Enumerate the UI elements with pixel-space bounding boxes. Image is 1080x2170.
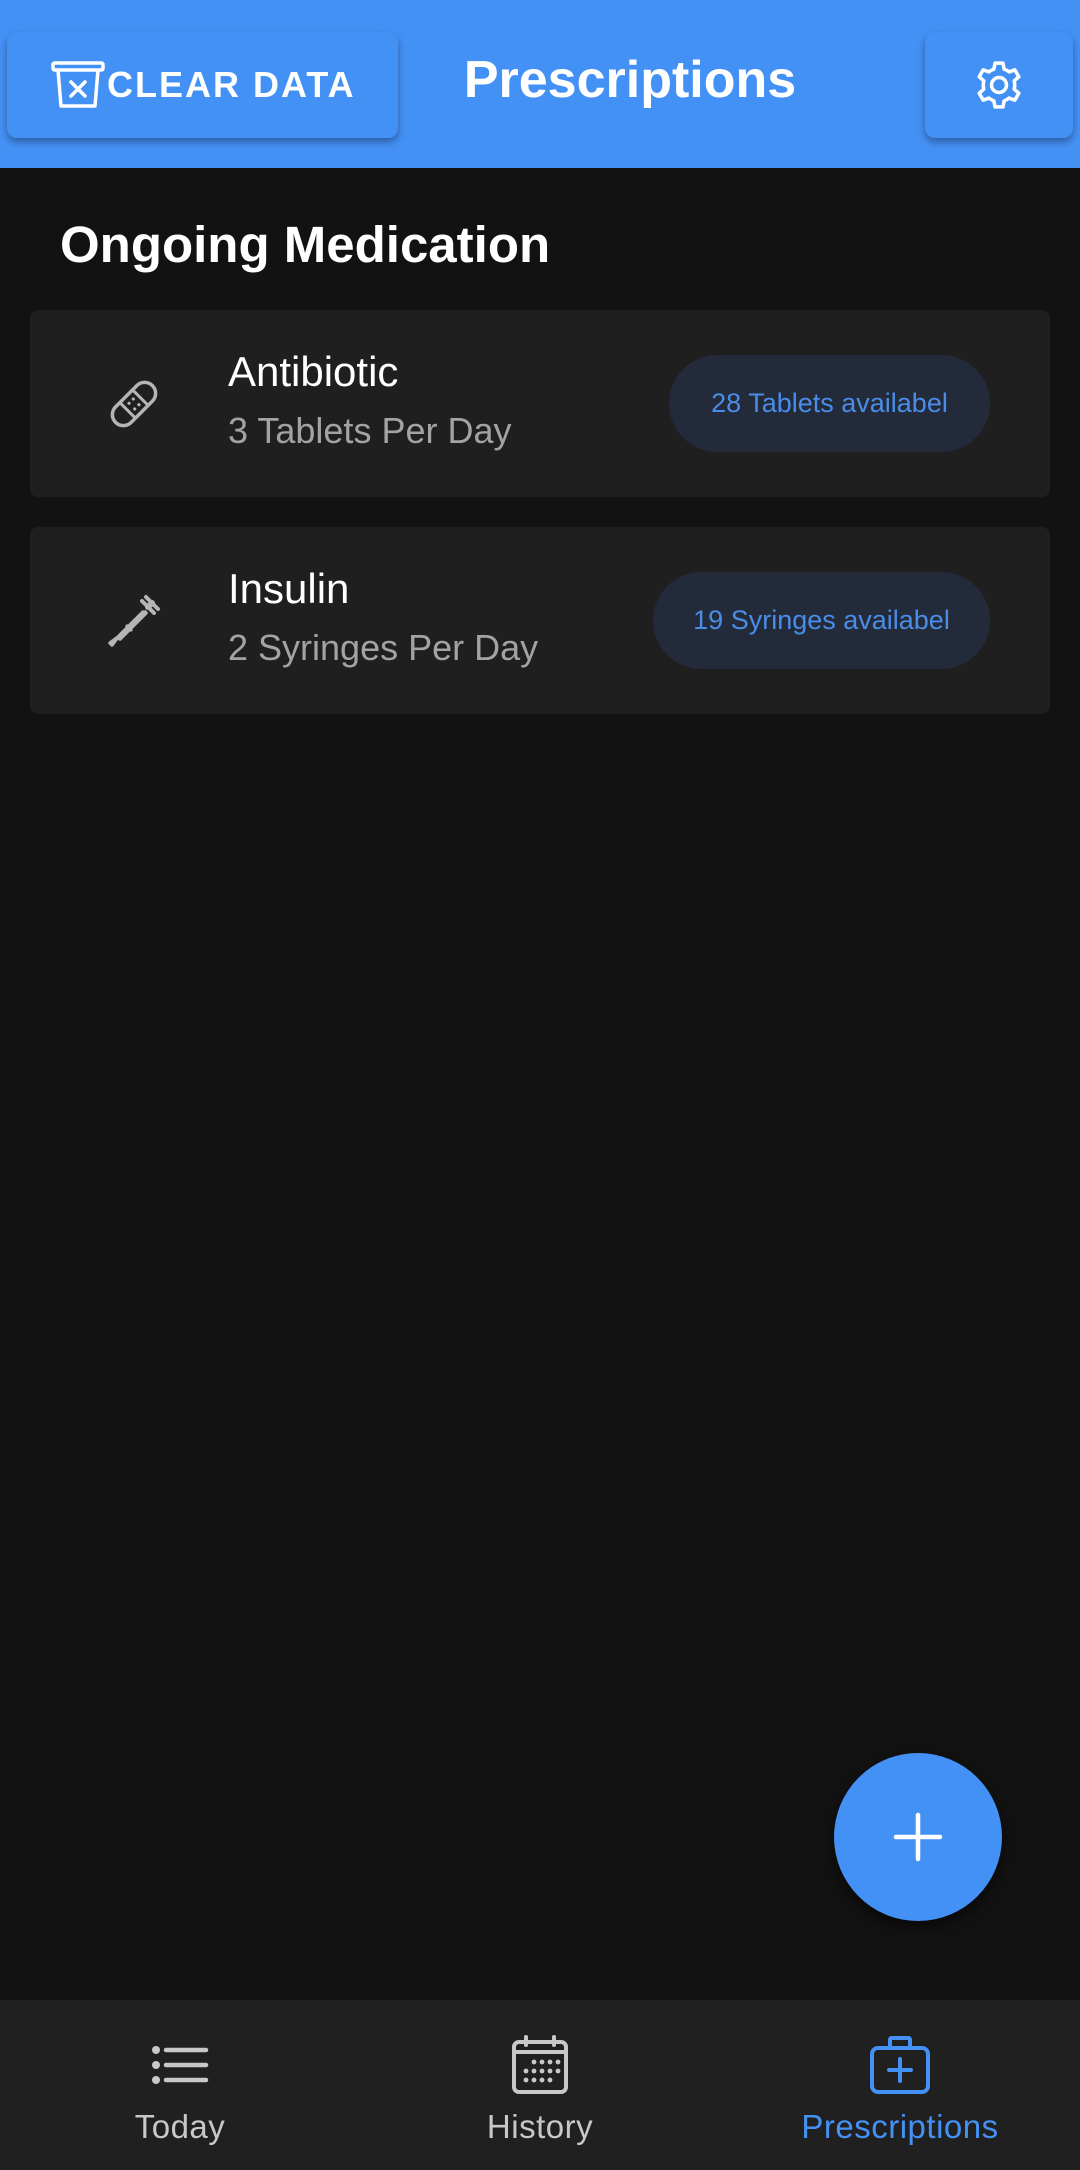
settings-button[interactable] <box>925 32 1073 138</box>
medication-card-antibiotic[interactable]: Antibiotic 3 Tablets Per Day 28 Tablets … <box>30 310 1050 497</box>
clear-data-label: CLEAR DATA <box>107 64 356 105</box>
plus-icon <box>893 1812 943 1862</box>
nav-today-label: Today <box>134 2108 226 2145</box>
nav-history-label: History <box>486 2108 594 2145</box>
app-header: CLEAR DATA Prescriptions <box>0 0 1080 168</box>
gear-icon <box>977 61 1021 109</box>
clear-data-button[interactable]: CLEAR DATA <box>7 32 398 138</box>
medication-dose: 3 Tablets Per Day <box>228 410 512 451</box>
bottom-navigation: Today History Prescriptions <box>0 2000 1080 2170</box>
medication-dose: 2 Syringes Per Day <box>228 627 539 668</box>
nav-prescriptions[interactable]: Prescriptions <box>720 2000 1080 2170</box>
medication-name: Insulin <box>228 565 350 612</box>
bandage-icon <box>102 372 166 436</box>
nav-history[interactable]: History <box>360 2000 720 2170</box>
medical-kit-icon <box>870 2036 930 2094</box>
availability-badge: 19 Syringes availabel <box>653 572 990 669</box>
medication-name: Antibiotic <box>228 348 399 395</box>
list-icon <box>152 2046 209 2084</box>
section-title: Ongoing Medication <box>60 216 551 273</box>
availability-badge: 28 Tablets availabel <box>669 355 990 452</box>
app-screen: CLEAR DATA Prescriptions Ongoing Medicat… <box>0 0 1080 2170</box>
add-medication-button[interactable] <box>834 1753 1002 1921</box>
calendar-icon <box>512 2035 568 2094</box>
nav-prescriptions-label: Prescriptions <box>801 2108 999 2145</box>
nav-today[interactable]: Today <box>0 2000 360 2170</box>
page-title: Prescriptions <box>463 51 797 109</box>
trash-x-icon <box>51 61 105 108</box>
dropper-icon <box>102 589 166 653</box>
medication-card-insulin[interactable]: Insulin 2 Syringes Per Day 19 Syringes a… <box>30 527 1050 714</box>
